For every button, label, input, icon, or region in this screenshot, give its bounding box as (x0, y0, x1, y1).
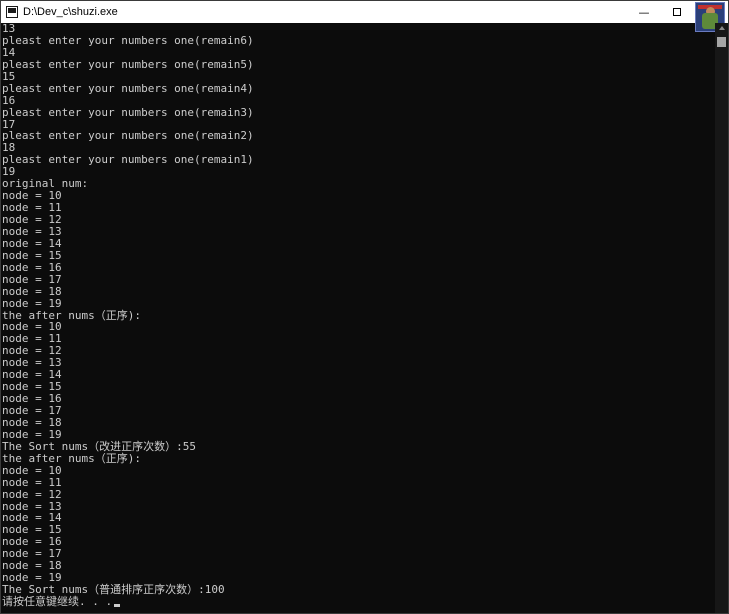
console-output[interactable]: 13 pleast enter your numbers one(remain6)… (2, 23, 715, 613)
console-line: node = 16 (2, 535, 62, 549)
console-line: node = 18 (2, 559, 62, 573)
scrollbar-thumb[interactable] (717, 37, 726, 47)
console-line: 请按任意键继续. . . (2, 596, 715, 608)
console-line: The Sort nums（改进正序次数）:55 (2, 439, 196, 453)
maximize-icon (673, 8, 681, 16)
vertical-scrollbar[interactable] (715, 33, 728, 613)
console-line: node = 11 (2, 475, 62, 489)
console-line: pleast enter your numbers one(remain3) (2, 105, 254, 119)
console-line: node = 13 (2, 356, 62, 370)
console-line: node = 15 (2, 523, 62, 537)
console-line: node = 12 (2, 213, 62, 226)
console-line: node = 15 (2, 380, 62, 394)
console-line: original num: (2, 177, 89, 191)
console-line: pleast enter your numbers one(remain2) (2, 129, 254, 143)
console-line: node = 14 (2, 368, 62, 382)
console-line: node = 10 (2, 320, 62, 334)
console-line: pleast enter your numbers one(remain4) (2, 81, 254, 95)
minimize-button[interactable]: — (629, 1, 659, 23)
console-line: the after nums（正序): (2, 308, 141, 322)
console-line: node = 12 (2, 487, 62, 501)
console-line: 16 (2, 93, 16, 107)
console-line: pleast enter your numbers one(remain5) (2, 57, 254, 71)
console-line: the after nums（正序): (2, 451, 141, 465)
console-line: pleast enter your numbers one(remain1) (2, 153, 254, 167)
console-line: node = 17 (2, 404, 62, 417)
console-line: node = 15 (2, 248, 62, 262)
console-line: node = 11 (2, 201, 62, 215)
console-line: node = 14 (2, 511, 62, 525)
console-line: node = 13 (2, 224, 62, 238)
console-line: 19 (2, 165, 16, 179)
scroll-up-arrow-icon (719, 26, 725, 30)
text-cursor (114, 603, 121, 607)
console-line: node = 14 (2, 236, 62, 250)
console-line: pleast enter your numbers one(remain6) (2, 33, 254, 47)
console-line: node = 16 (2, 260, 62, 274)
console-line: node = 13 (2, 499, 62, 513)
console-line: node = 12 (2, 344, 62, 358)
window-title: D:\Dev_c\shuzi.exe (23, 6, 118, 18)
console-line: node = 18 (2, 284, 62, 298)
console-app-icon (6, 6, 18, 18)
console-line: node = 10 (2, 463, 62, 477)
title-bar[interactable]: D:\Dev_c\shuzi.exe — (1, 1, 728, 23)
console-line: node = 17 (2, 547, 62, 561)
console-line: node = 11 (2, 332, 62, 346)
console-line: node = 19 (2, 296, 62, 310)
maximize-button[interactable] (662, 1, 692, 23)
console-line: 15 (2, 69, 16, 83)
minimize-icon: — (638, 5, 650, 19)
console-line: node = 18 (2, 415, 62, 429)
console-line: node = 17 (2, 272, 62, 286)
console-window: D:\Dev_c\shuzi.exe — 13 pleast enter your… (0, 0, 729, 614)
console-line: node = 16 (2, 392, 62, 406)
console-line: node = 10 (2, 189, 62, 203)
